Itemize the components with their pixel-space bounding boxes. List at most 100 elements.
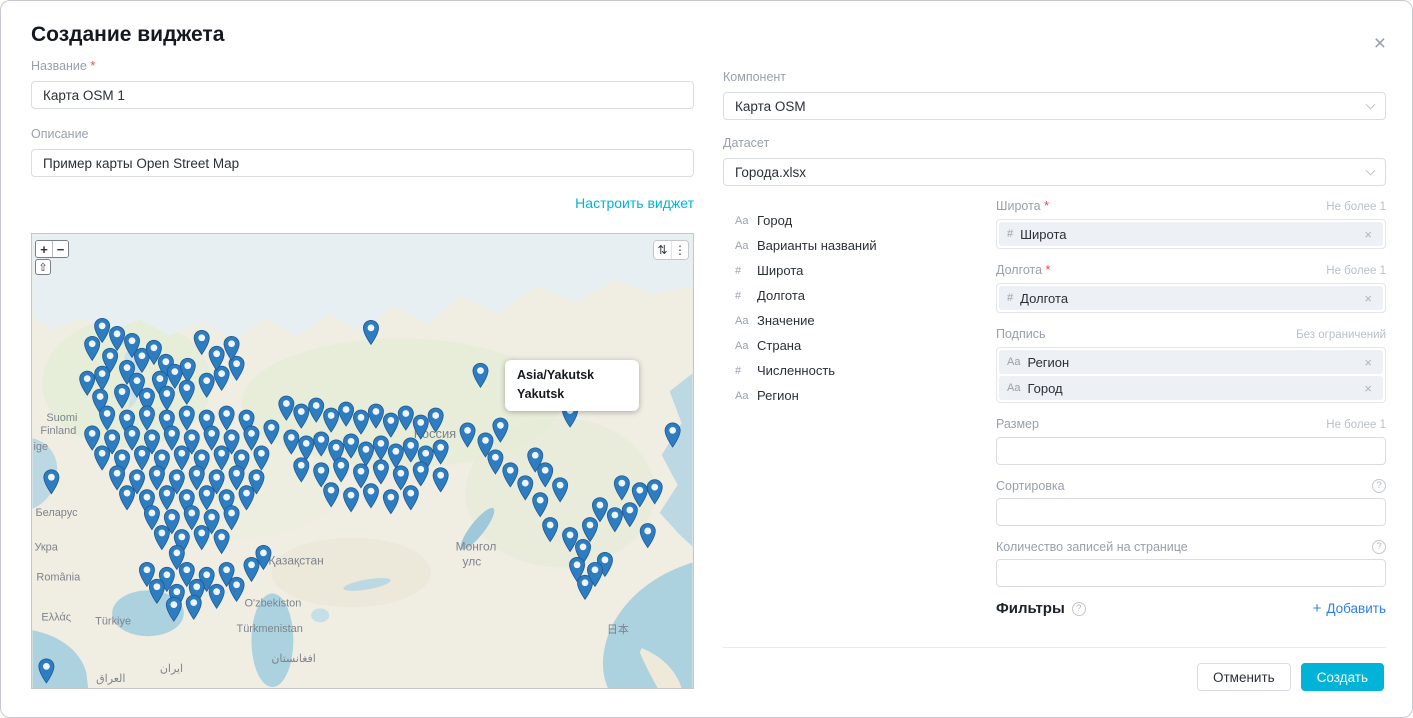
dataset-field-item[interactable]: AaВарианты названий: [735, 233, 981, 258]
more-menu-icon[interactable]: ⋮: [671, 241, 688, 259]
dataset-field-item[interactable]: #Численность: [735, 358, 981, 383]
mapping-chipbox[interactable]: Aa Регион× Aa Город×: [996, 347, 1386, 403]
map-place-label: Беларус: [35, 507, 78, 519]
add-filter-button[interactable]: + Добавить: [1313, 601, 1386, 616]
footer-divider: [723, 647, 1386, 648]
reset-view-button[interactable]: ⇧: [35, 259, 51, 275]
mapping-label: Количество записей на странице: [996, 539, 1188, 555]
mapping-row: РазмерНе более 1: [996, 416, 1386, 465]
text-field-icon: Aa: [735, 390, 757, 402]
widget-settings-column: Компонент Карта OSM Датасет Города.xlsx …: [723, 69, 1386, 617]
text-field-icon: Aa: [1007, 356, 1020, 368]
text-field-icon: Aa: [735, 315, 757, 327]
component-value: Карта OSM: [735, 99, 806, 114]
dialog-title: Создание виджета: [31, 23, 224, 47]
popup-city: Yakutsk: [517, 387, 627, 402]
chip-label: Регион: [1027, 355, 1361, 370]
filters-label: Фильтры: [996, 600, 1065, 617]
chevron-down-icon: [1366, 99, 1376, 109]
required-asterisk: *: [1042, 263, 1050, 277]
configure-widget-link[interactable]: Настроить виджет: [575, 195, 694, 211]
field-label: Значение: [757, 313, 815, 328]
field-chip[interactable]: Aa Регион×: [999, 350, 1383, 374]
configure-row: Настроить виджет: [31, 195, 694, 213]
dataset-fields-list: AaГородAaВарианты названий#Широта#Долгот…: [723, 198, 981, 617]
mapping-label: Широта *: [996, 198, 1049, 214]
mapping-section: AaГородAaВарианты названий#Широта#Долгот…: [723, 198, 1386, 617]
cancel-button[interactable]: Отменить: [1197, 663, 1291, 691]
dataset-field-item[interactable]: #Широта: [735, 258, 981, 283]
map-place-label: O'zbekiston: [245, 597, 302, 609]
remove-chip-icon[interactable]: ×: [1361, 381, 1375, 396]
map-place-label: Ελλάς: [41, 611, 71, 623]
map-place-label: Қазақстан: [268, 554, 323, 568]
number-field-icon: #: [735, 290, 757, 302]
add-filter-label: Добавить: [1326, 601, 1386, 616]
filters-help-icon[interactable]: ?: [1072, 602, 1086, 616]
chip-label: Долгота: [1020, 291, 1361, 306]
dataset-select[interactable]: Города.xlsx: [723, 158, 1386, 186]
map-preview[interactable]: SuomiFinlandigeБеларусУкраRomâniaΕλλάςTü…: [31, 233, 694, 689]
number-field-icon: #: [1007, 292, 1013, 304]
field-label: Долгота: [757, 288, 805, 303]
mapping-row: Сортировка?: [996, 478, 1386, 526]
remove-chip-icon[interactable]: ×: [1361, 355, 1375, 370]
map-place-label: 日本: [607, 622, 629, 636]
map-place-label: Finland: [40, 425, 76, 437]
required-asterisk: *: [1041, 199, 1049, 213]
name-input[interactable]: [31, 81, 694, 109]
mapping-row: Долгота *Не более 1#Долгота×: [996, 262, 1386, 313]
mapping-chipbox[interactable]: # Долгота×: [996, 283, 1386, 313]
mapping-row: Подпись Без ограничений Aa Регион× Aa Город×: [996, 326, 1386, 403]
mapping-input[interactable]: [996, 559, 1386, 587]
field-label: Страна: [757, 338, 801, 353]
limit-hint: Без ограничений: [1296, 327, 1386, 343]
field-label: Широта: [757, 263, 803, 278]
map-place-label: Türkmenistan: [237, 623, 303, 635]
create-button[interactable]: Создать: [1301, 663, 1384, 691]
name-label: Название *: [31, 58, 694, 74]
dataset-field-item[interactable]: AaГород: [735, 208, 981, 233]
mapping-label: Долгота *: [996, 262, 1050, 278]
zoom-out-button[interactable]: −: [52, 241, 68, 257]
dataset-field-item[interactable]: #Долгота: [735, 283, 981, 308]
limit-hint: Не более 1: [1326, 417, 1386, 433]
dataset-label: Датасет: [723, 135, 1386, 151]
popup-timezone: Asia/Yakutsk: [517, 368, 627, 383]
dataset-field-item[interactable]: AaСтрана: [735, 333, 981, 358]
mapping-input[interactable]: [996, 498, 1386, 526]
dataset-field-item[interactable]: AaРегион: [735, 383, 981, 408]
chip-label: Город: [1027, 381, 1361, 396]
field-label: Варианты названий: [757, 238, 877, 253]
description-input[interactable]: [31, 149, 694, 177]
field-label: Регион: [757, 388, 799, 403]
help-icon[interactable]: ?: [1372, 479, 1386, 493]
mapping-row: Широта * Не более 1 #Широта×: [996, 198, 1386, 249]
text-field-icon: Aa: [1007, 382, 1020, 394]
sort-icon[interactable]: ⇅: [654, 241, 671, 259]
zoom-in-button[interactable]: +: [36, 241, 52, 257]
field-chip[interactable]: Aa Город×: [999, 376, 1383, 400]
map-popup: Asia/Yakutsk Yakutsk: [505, 360, 639, 411]
mapping-input[interactable]: [996, 437, 1386, 465]
mapping-chipbox[interactable]: #Широта×: [996, 219, 1386, 249]
help-icon[interactable]: ?: [1372, 540, 1386, 554]
remove-chip-icon[interactable]: ×: [1361, 291, 1375, 306]
chip-label: Широта: [1020, 227, 1361, 242]
component-select[interactable]: Карта OSM: [723, 92, 1386, 120]
mapping-label: Подпись: [996, 326, 1045, 342]
footer-buttons: Отменить Создать: [1197, 663, 1384, 691]
required-asterisk: *: [90, 59, 95, 73]
number-field-icon: #: [735, 265, 757, 277]
plus-icon: +: [1313, 601, 1322, 616]
remove-chip-icon[interactable]: ×: [1361, 227, 1375, 242]
dataset-value: Города.xlsx: [735, 165, 806, 180]
map-canvas: SuomiFinlandigeБеларусУкраRomâniaΕλλάςTü…: [32, 234, 693, 688]
dataset-field-item[interactable]: AaЗначение: [735, 308, 981, 333]
create-widget-dialog: Создание виджета × Название * Описание Н…: [0, 0, 1413, 718]
field-chip[interactable]: # Долгота×: [999, 286, 1383, 310]
limit-hint: Не более 1: [1326, 199, 1386, 215]
map-place-label: Türkiye: [95, 615, 131, 627]
close-icon[interactable]: ×: [1370, 29, 1390, 58]
field-chip[interactable]: #Широта×: [999, 222, 1383, 246]
